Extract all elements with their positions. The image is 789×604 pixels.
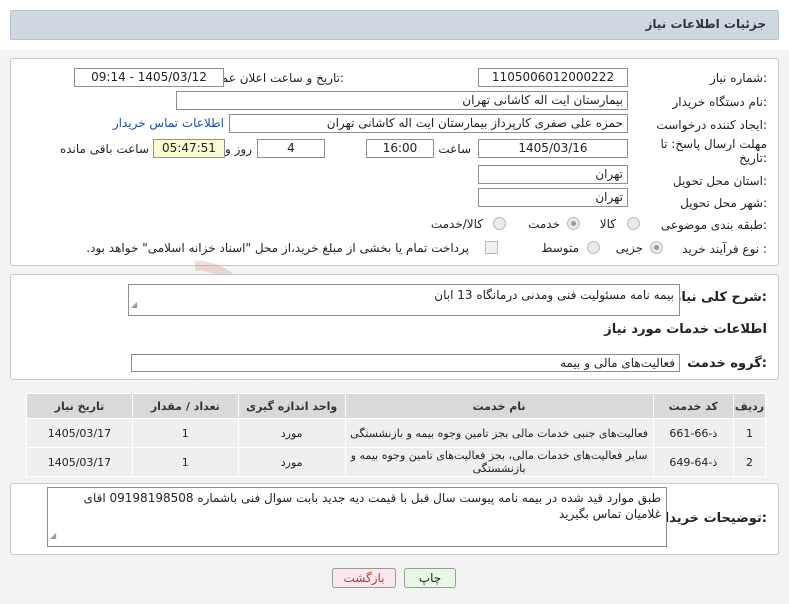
deadline-time-label: ساعت [438,142,471,156]
category-option-service: خدمت [528,217,560,231]
summary-text: بیمه نامه مسئولیت فنی ومدنی درمانگاه 13 … [434,288,674,302]
resize-grip-icon[interactable]: ◢ [50,528,56,544]
col-name: نام خدمت [344,393,654,419]
col-date: تاریخ نیاز [26,393,133,419]
process-option-minor: جزیی [615,241,643,255]
treasury-payment-checkbox[interactable] [485,241,498,254]
buyer-notes-text: طبق موارد قید شده در بیمه نامه پیوست سال… [83,491,661,521]
col-unit: واحد اندازه گیری [237,393,346,419]
cell-unit: مورد [237,418,346,448]
col-code: کد خدمت [652,393,735,419]
cell-row: 2 [733,447,766,477]
category-option-goods: کالا [599,217,616,231]
deadline-date-field[interactable]: 1405/03/16 [478,139,628,158]
table-row: 1 ذ-66-661 فعالیت‌های جنبی خدمات مالی بج… [26,418,766,448]
creator-field[interactable]: حمزه علی صفری کارپرداز بیمارستان ایت اله… [229,114,628,133]
process-option-medium: متوسط [541,241,579,255]
cell-code: ذ-66-661 [652,418,735,448]
cell-unit: مورد [237,447,346,477]
page-header: جزئیات اطلاعات نیاز [0,0,789,50]
page-title: جزئیات اطلاعات نیاز [645,17,766,31]
remaining-time-label: ساعت باقی مانده [59,142,149,156]
buyer-org-field[interactable]: بیمارستان ایت اله کاشانی تهران [176,91,628,110]
remaining-time-field[interactable]: 05:47:51 [153,139,225,158]
treasury-payment-note: پرداخت تمام یا بخشی از مبلغ خرید،از محل … [86,241,469,255]
days-label: روز و [225,142,252,156]
service-group-field[interactable]: فعالیت‌های مالی و بیمه [131,354,680,372]
cell-row: 1 [733,418,766,448]
buyer-notes-label: توضیحات خریدار: [657,511,767,526]
province-field[interactable]: تهران [478,165,628,184]
province-label: استان محل تحویل: [672,174,767,188]
col-row: ردیف [733,393,766,419]
services-section-title: اطلاعات خدمات مورد نیاز [604,322,767,337]
category-radio-goods[interactable] [627,217,640,230]
days-remaining-field[interactable]: 4 [257,139,325,158]
announce-datetime-field[interactable]: 1405/03/12 - 09:14 [74,68,224,87]
deadline-time-field[interactable]: 16:00 [366,139,434,158]
print-button[interactable]: چاپ [404,568,456,588]
need-details-panel [10,58,779,266]
resize-grip-icon[interactable]: ◢ [131,297,137,313]
back-button[interactable]: بازگشت [332,568,396,588]
buyer-org-label: نام دستگاه خریدار: [672,95,768,109]
table-row: 2 ذ-64-649 سایر فعالیت‌های خدمات مالی، ب… [26,447,766,477]
category-option-goods-service: کالا/خدمت [430,217,483,231]
services-table-header: ردیف کد خدمت نام خدمت واحد اندازه گیری ت… [26,393,766,419]
city-label: شهر محل تحویل: [680,196,767,210]
buyer-notes-textarea[interactable]: طبق موارد قید شده در بیمه نامه پیوست سال… [47,487,667,547]
city-field[interactable]: تهران [478,188,628,207]
creator-label: ایجاد کننده درخواست: [656,118,767,132]
need-number-label: شماره نیاز: [709,71,767,85]
category-label: طبقه بندی موضوعی: [660,218,767,232]
process-label: نوع فرآیند خرید : [682,242,767,256]
cell-qty: 1 [131,447,239,477]
cell-date: 1405/03/17 [26,447,133,477]
cell-name: فعالیت‌های جنبی خدمات مالی بجز تامین وجو… [344,418,654,448]
category-radio-goods-service[interactable] [493,217,506,230]
summary-label: شرح کلی نیاز: [673,290,767,305]
col-qty: تعداد / مقدار [131,393,239,419]
header-bar: جزئیات اطلاعات نیاز [10,10,779,40]
buyer-contact-link[interactable]: اطلاعات تماس خریدار [113,116,224,130]
services-table: ردیف کد خدمت نام خدمت واحد اندازه گیری ت… [26,393,766,477]
summary-textarea[interactable]: بیمه نامه مسئولیت فنی ومدنی درمانگاه 13 … [128,284,680,316]
category-radio-service[interactable] [567,217,580,230]
need-number-field[interactable]: 1105006012000222 [478,68,628,87]
service-group-label: گروه خدمت: [687,356,767,371]
deadline-label-date: تاریخ: [739,151,767,165]
cell-code: ذ-64-649 [652,447,735,477]
process-radio-minor[interactable] [650,241,663,254]
cell-name: سایر فعالیت‌های خدمات مالی، بجز فعالیت‌ه… [344,447,654,477]
deadline-label: مهلت ارسال پاسخ: تا [660,137,767,151]
cell-date: 1405/03/17 [26,418,133,448]
cell-qty: 1 [131,418,239,448]
process-radio-medium[interactable] [587,241,600,254]
